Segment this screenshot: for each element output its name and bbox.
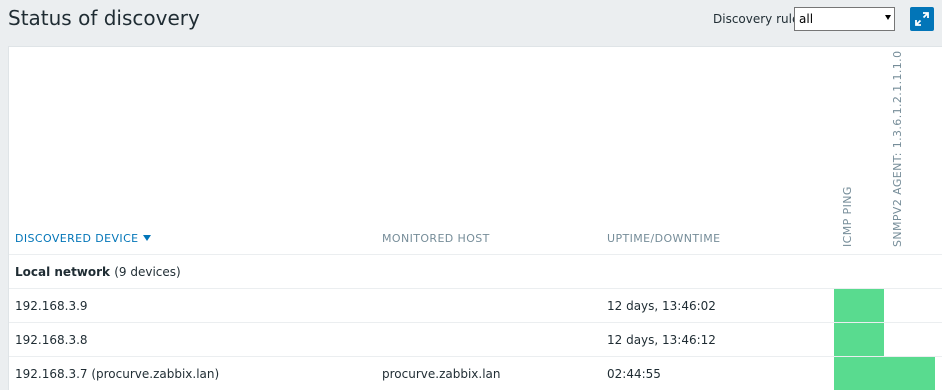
snmp-status-cell bbox=[884, 323, 935, 356]
table-row: 192.168.3.9 12 days, 13:46:02 bbox=[9, 288, 942, 322]
group-name: Local network (9 devices) bbox=[15, 265, 181, 279]
group-row: Local network (9 devices) bbox=[9, 254, 942, 288]
snmp-status-cell bbox=[884, 289, 935, 322]
header-uptime: UPTIME/DOWNTIME bbox=[607, 232, 721, 245]
uptime-cell: 02:44:55 bbox=[607, 367, 661, 381]
host-cell: procurve.zabbix.lan bbox=[382, 367, 501, 381]
fullscreen-icon bbox=[915, 12, 929, 26]
header-icmp-ping: ICMP PING bbox=[841, 186, 854, 247]
header-discovered-device-label: DISCOVERED DEVICE bbox=[15, 232, 139, 245]
fullscreen-button[interactable] bbox=[910, 7, 934, 31]
sort-down-icon bbox=[142, 235, 151, 241]
discovery-rule-select[interactable]: all bbox=[794, 7, 895, 31]
table-row: 192.168.3.7 (procurve.zabbix.lan) procur… bbox=[9, 356, 942, 390]
icmp-status-cell bbox=[834, 323, 884, 356]
page-header: Status of discovery Discovery rule all bbox=[0, 0, 942, 38]
header-monitored-host: MONITORED HOST bbox=[382, 232, 490, 245]
device-cell: 192.168.3.9 bbox=[15, 299, 88, 313]
uptime-cell: 12 days, 13:46:12 bbox=[607, 333, 716, 347]
device-cell: 192.168.3.7 (procurve.zabbix.lan) bbox=[15, 367, 220, 381]
chevron-down-icon bbox=[885, 15, 891, 20]
header-snmp-agent: SNMPV2 AGENT: 1.3.6.1.2.1.1.1.0 bbox=[891, 50, 904, 247]
discovery-rule-label: Discovery rule bbox=[713, 12, 800, 26]
group-name-label: Local network bbox=[15, 265, 111, 279]
icmp-status-cell bbox=[834, 357, 884, 390]
discovery-rule-value: all bbox=[799, 12, 814, 26]
snmp-status-cell bbox=[884, 357, 935, 390]
discovery-table: DISCOVERED DEVICE MONITORED HOST UPTIME/… bbox=[8, 46, 942, 390]
group-device-count: (9 devices) bbox=[114, 265, 181, 279]
icmp-status-cell bbox=[834, 289, 884, 322]
header-discovered-device[interactable]: DISCOVERED DEVICE bbox=[15, 232, 151, 245]
table-row: 192.168.3.8 12 days, 13:46:12 bbox=[9, 322, 942, 356]
device-cell: 192.168.3.8 bbox=[15, 333, 88, 347]
uptime-cell: 12 days, 13:46:02 bbox=[607, 299, 716, 313]
page-title: Status of discovery bbox=[8, 6, 200, 30]
